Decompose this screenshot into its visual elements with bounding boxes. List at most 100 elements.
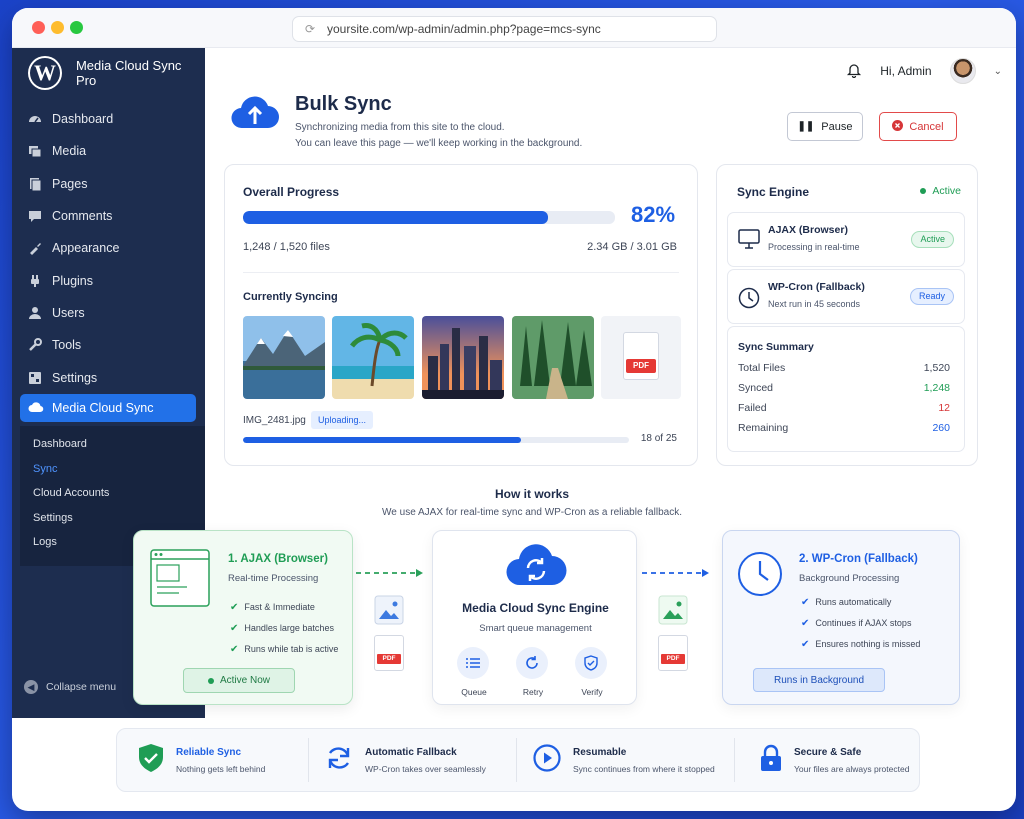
sidebar-item-label: Dashboard	[52, 112, 114, 127]
queue-action[interactable]: Queue	[457, 647, 491, 697]
chevron-down-icon[interactable]: ⌄	[994, 66, 1002, 77]
check-icon: ✔	[230, 602, 239, 613]
reload-icon[interactable]: ⟳	[305, 17, 315, 41]
overall-progress-title: Overall Progress	[243, 185, 340, 199]
settings-icon	[28, 371, 42, 385]
brand-name: Media Cloud Sync Pro	[75, 58, 182, 88]
browser-chrome: ⟳ yoursite.com/wp-admin/admin.php?page=m…	[12, 8, 1016, 48]
retry-label: Retry	[522, 687, 544, 697]
cron-engine-row[interactable]: WP-Cron (Fallback) Next run in 45 second…	[727, 269, 965, 324]
thumbnail-beach[interactable]	[332, 316, 414, 399]
batch-progress-bar	[243, 437, 629, 443]
feature-resumable: Resumable Sync continues from where it st…	[533, 730, 715, 790]
active-now-button[interactable]: Active Now	[183, 668, 295, 693]
browser-window: ⟳ yoursite.com/wp-admin/admin.php?page=m…	[12, 8, 1016, 811]
retry-action[interactable]: Retry	[516, 647, 550, 697]
feature-title: Resumable	[573, 746, 627, 758]
sidebar-item-media[interactable]: Media	[12, 135, 205, 167]
thumbnail-forest[interactable]	[512, 316, 594, 399]
thumbnail-city[interactable]	[422, 316, 504, 399]
feature-secure-safe: Secure & Safe Your files are always prote…	[760, 730, 909, 790]
cron-step-points: ✔ Runs automatically ✔ Continues if AJAX s…	[801, 592, 920, 655]
retry-icon	[516, 647, 548, 679]
sync-engine-card: Sync Engine Active AJAX (Browser) Proces…	[716, 164, 978, 466]
ajax-step-subtitle: Real-time Processing	[228, 573, 319, 584]
sidebar-item-media-cloud-sync[interactable]: Media Cloud Sync	[20, 394, 196, 422]
url-text: yoursite.com/wp-admin/admin.php?page=mcs…	[327, 22, 601, 36]
close-dot[interactable]	[32, 21, 45, 34]
size-count: 2.34 GB / 3.01 GB	[587, 241, 677, 253]
cron-step-card: 2. WP-Cron (Fallback) Background Process…	[722, 530, 960, 705]
engine-step-card: Media Cloud Sync Engine Smart queue mana…	[432, 530, 637, 705]
divider	[516, 738, 517, 782]
overall-progress-fill	[243, 211, 549, 224]
divider	[243, 272, 679, 273]
sidebar-item-pages[interactable]: Pages	[12, 168, 205, 200]
minimize-dot[interactable]	[51, 21, 64, 34]
cancel-button[interactable]: Cancel	[879, 112, 957, 141]
status-dot-icon	[207, 677, 214, 684]
sidebar-item-label: Plugins	[52, 273, 93, 288]
avatar[interactable]	[949, 58, 976, 84]
point-label: Runs automatically	[815, 597, 892, 607]
ajax-engine-row[interactable]: AJAX (Browser) Processing in real-time A…	[727, 212, 965, 267]
check-icon: ✔	[801, 597, 810, 608]
users-icon	[28, 306, 42, 320]
sidebar-item-appearance[interactable]: Appearance	[12, 232, 205, 264]
pdf-file-icon: PDF	[374, 635, 404, 671]
notification-bell-icon[interactable]	[846, 62, 862, 81]
ajax-status-pill: Active	[911, 231, 954, 248]
feature-subtitle: Nothing gets left behind	[176, 763, 266, 774]
thumbnail-pdf[interactable]: PDF	[601, 316, 681, 399]
batch-count: 18 of 25	[640, 433, 677, 444]
sidebar-item-users[interactable]: Users	[12, 297, 205, 329]
thumbnail-mountains[interactable]	[243, 316, 325, 399]
sidebar-item-settings[interactable]: Settings	[12, 361, 205, 393]
ajax-step-points: ✔ Fast & Immediate ✔ Handles large batches…	[230, 597, 338, 660]
feature-automatic-fallback: Automatic Fallback WP-Cron takes over sea…	[325, 730, 486, 790]
page-subtitle-line: You can leave this page — we'll keep wor…	[295, 138, 583, 149]
sidebar-menu: Dashboard Media Pages Comments Appearanc…	[12, 103, 205, 394]
point-label: Continues if AJAX stops	[815, 618, 912, 628]
monitor-icon	[738, 229, 760, 254]
submenu-item-sync[interactable]: Sync	[20, 457, 205, 482]
queue-label: Queue	[461, 687, 487, 697]
verify-action[interactable]: Verify	[575, 647, 609, 697]
engine-step-title: Media Cloud Sync Engine	[462, 601, 609, 615]
collapse-menu[interactable]: ◀ Collapse menu	[24, 680, 116, 694]
pause-button[interactable]: ❚❚ Pause	[787, 112, 863, 141]
sidebar-brand[interactable]: W Media Cloud Sync Pro	[28, 56, 205, 90]
comments-icon	[28, 209, 42, 223]
maximize-dot[interactable]	[70, 21, 83, 34]
files-count: 1,248 / 1,520 files	[243, 241, 330, 253]
sidebar-item-dashboard[interactable]: Dashboard	[12, 103, 205, 135]
summary-row-remaining: Remaining 260	[738, 422, 950, 434]
refresh-icon	[325, 744, 353, 777]
runs-in-background-button[interactable]: Runs in Background	[753, 668, 885, 692]
check-point: ✔ Continues if AJAX stops	[801, 613, 920, 634]
verify-shield-icon	[575, 647, 607, 679]
media-icon	[28, 144, 42, 158]
play-circle-icon	[533, 743, 561, 777]
sidebar-item-comments[interactable]: Comments	[12, 200, 205, 232]
how-it-works-title: How it works	[494, 487, 569, 501]
pdf-file-icon: PDF	[623, 332, 659, 380]
user-greeting[interactable]: Hi, Admin	[880, 64, 931, 78]
sidebar-item-label: Pages	[52, 176, 88, 191]
arrow-right-blue-icon	[642, 565, 710, 583]
cloud-upload-icon	[230, 90, 280, 139]
arrow-right-green-icon	[356, 565, 424, 583]
summary-row-failed: Failed 12	[738, 402, 950, 414]
sidebar-item-tools[interactable]: Tools	[12, 329, 205, 361]
submenu-item-dashboard[interactable]: Dashboard	[20, 432, 205, 457]
sidebar-item-plugins[interactable]: Plugins	[12, 264, 205, 296]
summary-label: Synced	[738, 382, 774, 394]
cron-subtitle: Next run in 45 seconds	[768, 299, 861, 309]
dashboard-icon	[28, 112, 42, 126]
feature-title: Automatic Fallback	[365, 746, 457, 758]
engine-status: Active	[920, 185, 961, 197]
url-bar[interactable]: ⟳ yoursite.com/wp-admin/admin.php?page=m…	[292, 16, 717, 42]
summary-row-synced: Synced 1,248	[738, 382, 950, 394]
sidebar-item-label: Users	[52, 305, 85, 320]
summary-value: 1,520	[923, 362, 950, 374]
